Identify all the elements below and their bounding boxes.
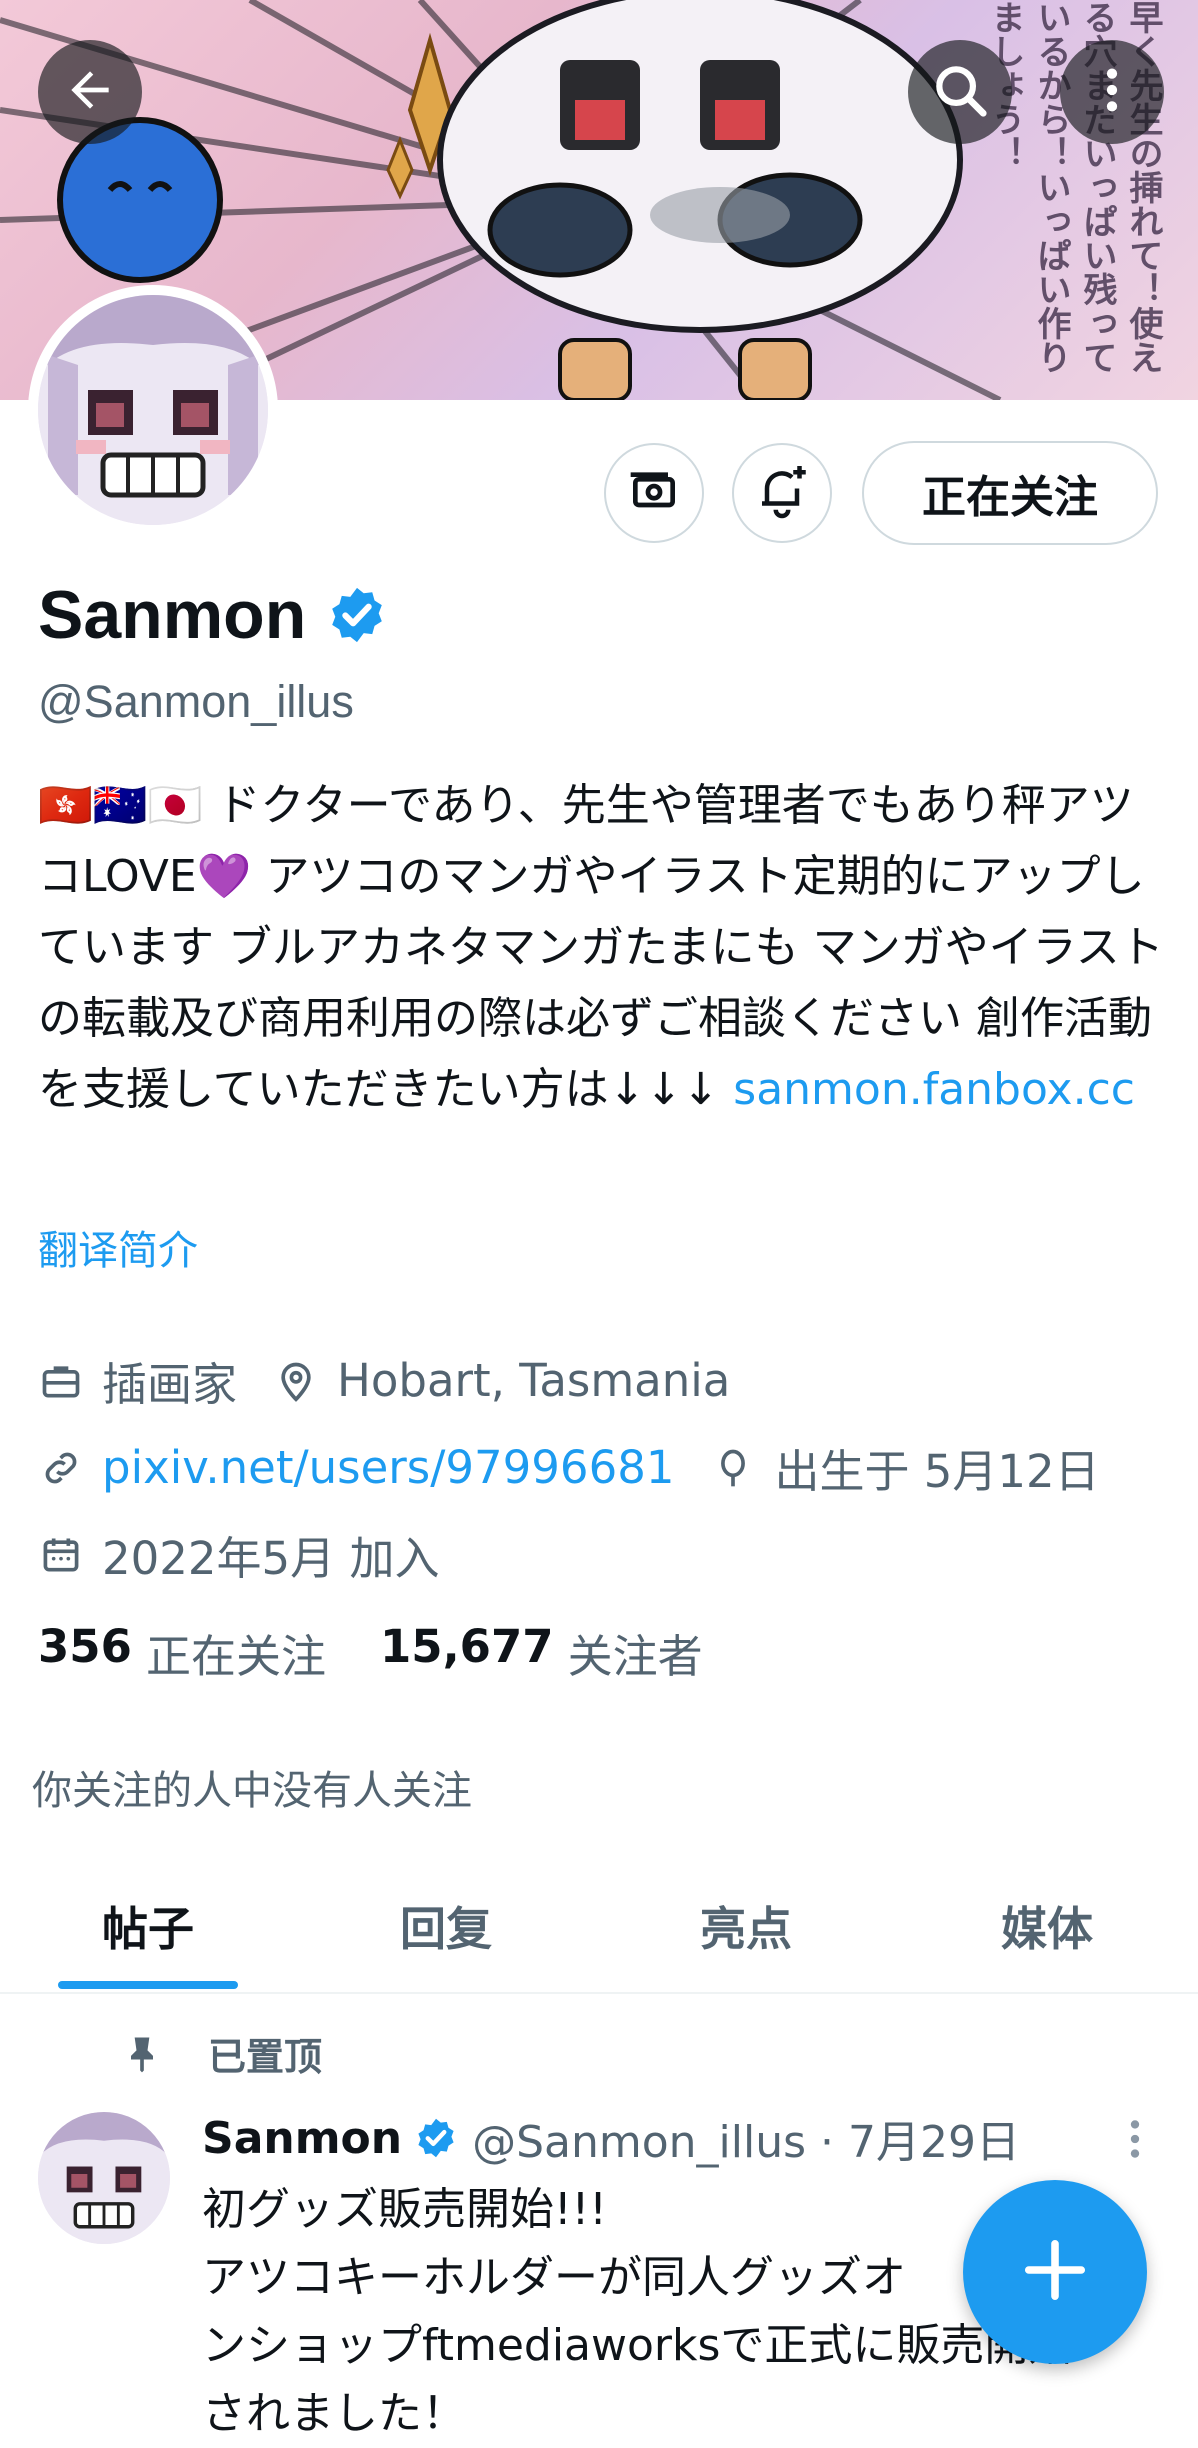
more-button[interactable] [1060,40,1164,144]
calendar-icon [38,1532,84,1578]
joined-item: 2022年5月 加入 [38,1522,439,1587]
bio-flags: 🇭🇰🇦🇺🇯🇵 [38,780,203,831]
following-stat[interactable]: 356 正在关注 [38,1620,326,1685]
meta-row-2: pixiv.net/users/97996681 出生于 5月12日 [38,1435,1136,1500]
link-icon [38,1445,84,1491]
profile-name: Sanmon [38,577,307,653]
pin-icon [120,2032,164,2076]
tab-highlights[interactable]: 亮点 [596,1860,896,1992]
followers-count: 15,677 [379,1620,554,1673]
more-vertical-icon [1084,62,1140,123]
post-line: されました！ [202,2388,466,2439]
profession-text: 插画家 [102,1358,238,1411]
joined-text: 2022年5月 加入 [102,1532,440,1585]
post-handle-date: @Sanmon_illus · 7月29日 [472,2117,1020,2168]
notifications-button[interactable] [732,443,832,543]
subscribe-button[interactable] [604,443,704,543]
profile-avatar[interactable] [28,285,278,535]
following-label: 正在关注 [145,1630,326,1683]
profile-tabs: 帖子 回复 亮点 媒体 [0,1860,1198,1994]
verified-badge-icon[interactable] [326,584,388,646]
website-item[interactable]: pixiv.net/users/97996681 [38,1441,674,1494]
bell-plus-icon [752,461,812,526]
post-author-name[interactable]: Sanmon [202,2113,402,2164]
balloon-icon [710,1445,756,1491]
translate-bio-link[interactable]: 翻译简介 [38,1218,198,1276]
post-header: Sanmon @Sanmon_illus · 7月29日 [202,2106,1020,2170]
profile-name-row: Sanmon [38,576,388,654]
following-button[interactable]: 正在关注 [862,441,1158,545]
active-tab-indicator [58,1981,238,1989]
tab-media[interactable]: 媒体 [896,1860,1198,1992]
meta-row-1: 插画家 Hobart, Tasmania [38,1348,766,1413]
arrow-left-icon [62,62,118,123]
money-icon [626,463,682,524]
meta-row-3: 2022年5月 加入 [38,1522,475,1587]
followers-label: 关注者 [567,1630,703,1683]
profile-handle: @Sanmon_illus [38,676,354,727]
website-link[interactable]: pixiv.net/users/97996681 [102,1441,674,1494]
following-count: 356 [38,1620,132,1673]
pinned-label: 已置顶 [208,2035,323,2079]
followers-you-know-note: 你关注的人中没有人关注 [32,1768,472,1814]
profile-bio: 🇭🇰🇦🇺🇯🇵 ドクターであり、先生や管理者でもあり秤アツコLOVE💜 アツコのマ… [38,770,1168,1125]
pinned-indicator: 已置顶 [120,2026,322,2081]
search-button[interactable] [908,40,1012,144]
followers-stat[interactable]: 15,677 关注者 [380,1620,703,1685]
search-icon [929,59,991,126]
birthday-item: 出生于 5月12日 [710,1435,1100,1500]
briefcase-icon [38,1358,84,1404]
follow-stats: 356 正在关注 15,677 关注者 [38,1620,703,1685]
tab-replies[interactable]: 回复 [296,1860,596,1992]
verified-badge-icon [414,2116,458,2160]
plus-icon [1020,2235,1090,2310]
profession-item: 插画家 [38,1348,237,1413]
birthday-text: 出生于 5月12日 [774,1445,1100,1498]
location-pin-icon [273,1358,319,1404]
bio-link[interactable]: sanmon.fanbox.cc [733,1064,1135,1115]
compose-post-button[interactable] [963,2180,1147,2364]
location-text: Hobart, Tasmania [337,1354,731,1407]
location-item: Hobart, Tasmania [273,1354,730,1407]
post-more-button[interactable] [1120,2114,1150,2169]
back-button[interactable] [38,40,142,144]
post-author-avatar[interactable] [38,2112,170,2244]
tab-posts[interactable]: 帖子 [0,1860,296,1992]
more-vertical-icon [1120,2120,1150,2168]
avatar-image [38,295,268,525]
